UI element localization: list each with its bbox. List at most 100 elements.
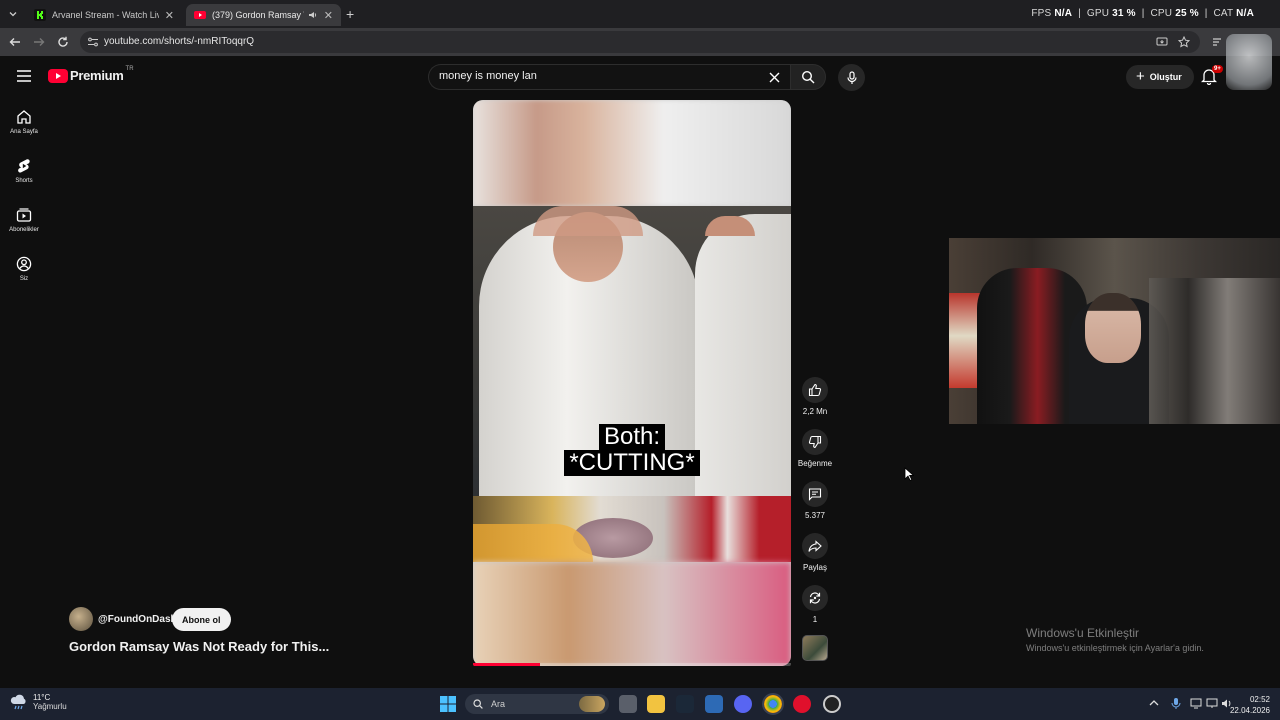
voice-search-button[interactable] (838, 64, 865, 91)
clock-date: 22.04.2026 (1229, 706, 1270, 715)
chevron-down-icon (9, 12, 17, 17)
browser-toolbar: youtube.com/shorts/-nmRIToqqrQ (0, 28, 1280, 56)
guide-item-subscriptions[interactable]: Abonelikler (0, 207, 48, 233)
reading-list-icon[interactable] (1212, 36, 1224, 48)
windows-activation-watermark: Windows'u Etkinleştir Windows'u etkinleş… (1026, 626, 1204, 653)
search-button[interactable] (790, 64, 826, 90)
guide-item-you[interactable]: Siz (0, 256, 48, 282)
subscribe-button[interactable]: Abone ol (172, 608, 231, 631)
tab-title: (379) Gordon Ramsay Was (212, 10, 304, 20)
kick-favicon-icon (34, 9, 46, 21)
video-progress-bar[interactable] (473, 663, 791, 666)
account-avatar[interactable] (1226, 34, 1272, 90)
back-icon[interactable] (8, 35, 22, 49)
region-code: TR (125, 65, 134, 72)
like-action: 2,2 Mn (795, 377, 835, 416)
guide-label: Abonelikler (9, 227, 39, 233)
reload-icon[interactable] (56, 35, 70, 49)
cat-value: N/A (1236, 8, 1254, 19)
chrome-icon[interactable] (762, 693, 784, 715)
chevron-up-icon[interactable] (1149, 699, 1159, 707)
menu-icon[interactable] (17, 70, 31, 82)
clear-search-icon[interactable] (769, 72, 780, 83)
search-icon (473, 699, 483, 709)
app-icon[interactable] (823, 695, 841, 713)
taskbar-search-placeholder: Ara (491, 699, 506, 709)
steam-icon[interactable] (676, 695, 694, 713)
new-tab-button[interactable]: + (346, 6, 354, 22)
taskbar-search[interactable]: Ara (465, 694, 609, 714)
system-clock[interactable]: 02:52 22.04.2026 (1230, 694, 1270, 716)
tab-title: Arvanel Stream - Watch Live on (52, 10, 159, 20)
tab-arvanel-stream[interactable]: Arvanel Stream - Watch Live on ✕ (26, 4, 182, 26)
remix-button[interactable] (802, 585, 828, 611)
guide-item-home[interactable]: Ana Sayfa (0, 109, 48, 135)
bookmark-star-icon[interactable] (1178, 36, 1190, 48)
plus-icon: + (1136, 68, 1145, 85)
create-button[interactable]: + Oluştur (1126, 65, 1194, 89)
account-icon (16, 256, 32, 272)
share-icon (808, 540, 822, 552)
comments-button[interactable] (802, 481, 828, 507)
video-frame (473, 206, 791, 562)
guide-item-shorts[interactable]: Shorts (0, 158, 48, 184)
short-video-player[interactable]: Both: *CUTTING* (473, 100, 791, 666)
notification-badge: 9+ (1212, 65, 1223, 73)
tab-search-button[interactable] (4, 5, 22, 23)
fps-value: N/A (1054, 8, 1073, 19)
display-icon[interactable] (1190, 698, 1202, 709)
remix-icon (809, 592, 821, 604)
close-tab-icon[interactable]: ✕ (324, 9, 333, 22)
blurred-bottom-frame (473, 562, 791, 666)
guide-label: Shorts (15, 178, 33, 184)
performance-overlay: FPS N/A | GPU 31 % | CPU 25 % | CAT N/A (1031, 8, 1254, 19)
progress-fill (473, 663, 540, 666)
channel-avatar[interactable] (69, 607, 93, 631)
share-button[interactable] (802, 533, 828, 559)
clock-time: 02:52 (1249, 695, 1270, 704)
home-icon (17, 110, 31, 124)
search-input[interactable] (439, 70, 759, 82)
forward-icon[interactable] (32, 35, 46, 49)
share-action: Paylaş (795, 533, 835, 572)
app-icon[interactable] (705, 695, 723, 713)
like-count: 2,2 Mn (802, 407, 828, 416)
caption-line-1: Both: (598, 424, 666, 450)
remix-action: 1 (795, 585, 835, 624)
channel-name[interactable]: @FoundOnDash (98, 614, 177, 625)
task-view-icon[interactable] (619, 695, 637, 713)
microphone-icon (846, 70, 857, 84)
weather-temp: 11°C (33, 693, 51, 702)
close-tab-icon[interactable]: ✕ (165, 9, 174, 22)
install-app-icon[interactable] (1156, 36, 1168, 48)
like-button[interactable] (802, 377, 828, 403)
comment-icon (808, 488, 822, 501)
blurred-top-frame (473, 100, 791, 206)
dislike-button[interactable] (802, 429, 828, 455)
tab-youtube-short[interactable]: (379) Gordon Ramsay Was ✕ (186, 4, 341, 26)
speaker-icon[interactable] (308, 10, 318, 20)
youtube-premium-logo[interactable]: Premium TR (48, 65, 134, 83)
youtube-favicon-icon (194, 11, 206, 19)
opera-icon[interactable] (793, 695, 811, 713)
short-title[interactable]: Gordon Ramsay Was Not Ready for This... (69, 639, 329, 654)
url-text: youtube.com/shorts/-nmRIToqqrQ (104, 36, 255, 47)
network-icon[interactable] (1206, 698, 1218, 709)
subscriptions-icon (16, 208, 32, 222)
weather-widget[interactable]: 11°C Yağmurlu (10, 693, 67, 711)
dislike-label: Beğenme (797, 459, 833, 468)
discord-icon[interactable] (734, 695, 752, 713)
gpu-value: 31 % (1112, 8, 1136, 19)
site-info-icon[interactable] (87, 36, 99, 48)
sound-thumbnail[interactable] (802, 635, 828, 661)
microphone-icon[interactable] (1171, 697, 1181, 710)
address-bar[interactable]: youtube.com/shorts/-nmRIToqqrQ (80, 31, 1200, 53)
shorts-icon (18, 159, 30, 173)
windows-start-icon[interactable] (440, 696, 456, 712)
youtube-header: Premium TR + Oluştur 9+ (0, 34, 1280, 100)
search-box[interactable] (428, 64, 790, 90)
browser-tab-strip: Arvanel Stream - Watch Live on ✕ (379) G… (0, 0, 1280, 28)
weather-condition: Yağmurlu (33, 702, 67, 711)
rain-cloud-icon (10, 694, 26, 710)
file-explorer-icon[interactable] (647, 695, 665, 713)
